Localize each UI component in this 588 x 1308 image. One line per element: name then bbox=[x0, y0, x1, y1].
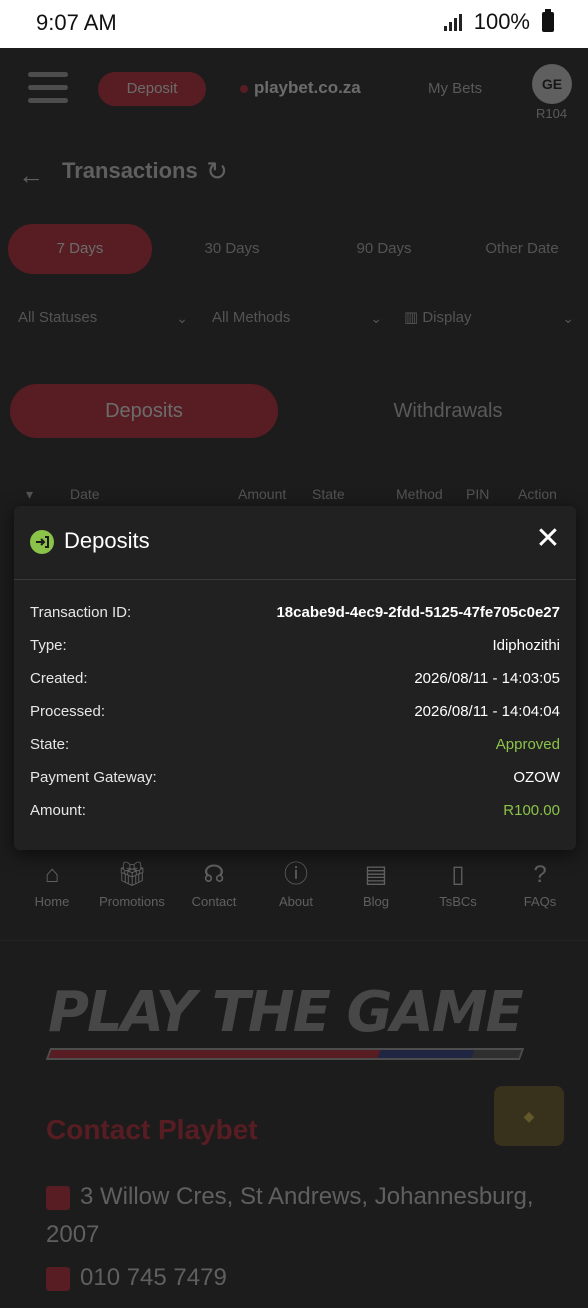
modal-title: Deposits bbox=[64, 528, 150, 553]
tab-deposits[interactable]: Deposits bbox=[10, 384, 278, 438]
detail-value: 18cabe9d-4ec9-2fdd-5125-47fe705c0e27 bbox=[276, 604, 560, 621]
site-logo[interactable]: playbet.co.za bbox=[240, 78, 361, 98]
banner-stripe bbox=[45, 1048, 525, 1060]
home-icon: ⌂ bbox=[44, 861, 60, 888]
display-filter[interactable]: ▥ Display ⌄ bbox=[404, 300, 574, 336]
deposit-button[interactable]: Deposit bbox=[98, 72, 206, 106]
info-icon: ⓘ bbox=[284, 861, 308, 888]
detail-row-state: State: Approved bbox=[30, 734, 560, 767]
status-right: 100% bbox=[443, 9, 554, 35]
phone-icon bbox=[46, 1266, 70, 1291]
close-icon[interactable]: ✕ bbox=[534, 522, 562, 556]
date-range-tabs: 7 Days 30 Days 90 Days Other Date bbox=[0, 224, 588, 276]
play-the-game-banner: PLAY THE GAME bbox=[45, 980, 548, 1070]
detail-value: 2026/08/11 - 14:04:04 bbox=[414, 703, 560, 720]
filters-row: All Statuses ⌄ All Methods ⌄ ▥ Display ⌄ bbox=[0, 300, 588, 336]
col-action[interactable]: Action bbox=[518, 486, 557, 502]
battery-percent: 100% bbox=[473, 9, 530, 34]
tab-90-days[interactable]: 90 Days bbox=[314, 224, 454, 274]
detail-label: Processed: bbox=[30, 703, 106, 720]
status-filter[interactable]: All Statuses ⌄ bbox=[18, 300, 188, 336]
status-time: 9:07 AM bbox=[36, 10, 117, 35]
col-amount[interactable]: Amount bbox=[238, 486, 286, 502]
divider bbox=[0, 940, 588, 941]
signal-icon bbox=[443, 13, 462, 31]
gift-icon: 🎁︎ bbox=[116, 861, 148, 888]
contact-address-text: 3 Willow Cres, St Andrews, Johannesburg,… bbox=[46, 1183, 534, 1248]
contact-phone-text: 010 745 7479 bbox=[80, 1264, 227, 1291]
methods-filter[interactable]: All Methods ⌄ bbox=[212, 300, 382, 336]
detail-row-transaction-id: Transaction ID: 18cabe9d-4ec9-2fdd-5125-4… bbox=[30, 602, 560, 635]
footer-terms[interactable]: ▯ TsBCs bbox=[418, 860, 498, 909]
avatar[interactable]: GE bbox=[532, 64, 572, 104]
contact-title: Contact Playbet bbox=[46, 1114, 258, 1145]
columns-icon: ▥ bbox=[404, 309, 423, 326]
detail-row-type: Type: Idiphozithi bbox=[30, 635, 560, 668]
map-pin-icon bbox=[46, 1185, 70, 1210]
col-method[interactable]: Method bbox=[396, 486, 443, 502]
amount-value: R100.00 bbox=[503, 802, 560, 819]
contact-address: 3 Willow Cres, St Andrews, Johannesburg,… bbox=[46, 1178, 546, 1254]
display-filter-label: Display bbox=[422, 309, 472, 326]
top-navigation: Deposit playbet.co.za My Bets GE R104 bbox=[0, 48, 588, 138]
sort-icon[interactable]: ▾ bbox=[26, 486, 33, 503]
footer-promotions[interactable]: 🎁︎ Promotions bbox=[92, 860, 172, 909]
col-date[interactable]: Date bbox=[70, 486, 100, 502]
my-bets-link[interactable]: My Bets bbox=[428, 80, 482, 97]
status-filter-label: All Statuses bbox=[18, 309, 98, 326]
col-pin[interactable]: PIN bbox=[466, 486, 489, 502]
chevron-down-icon: ⌄ bbox=[370, 310, 382, 326]
deposit-details-modal: Deposits ✕ Transaction ID: 18cabe9d-4ec9-… bbox=[14, 506, 576, 850]
detail-label: Amount: bbox=[30, 802, 86, 819]
transaction-type-tabs: Deposits Withdrawals bbox=[0, 384, 588, 440]
chevron-down-icon: ⌄ bbox=[176, 310, 188, 326]
detail-row-created: Created: 2026/08/11 - 14:03:05 bbox=[30, 668, 560, 701]
banner-text: PLAY THE GAME bbox=[48, 980, 524, 1045]
footer-navigation: ⌂ Home 🎁︎ Promotions ☊ Contact ⓘ About ▤ Blog… bbox=[0, 860, 588, 920]
headset-icon: ☊ bbox=[203, 861, 225, 888]
table-header: ▾ Date Amount State Method PIN Action bbox=[0, 486, 588, 508]
battery-icon bbox=[542, 9, 554, 32]
col-state[interactable]: State bbox=[312, 486, 345, 502]
footer-about[interactable]: ⓘ About bbox=[256, 860, 336, 909]
detail-row-gateway: Payment Gateway: OZOW bbox=[30, 767, 560, 800]
methods-filter-label: All Methods bbox=[212, 309, 291, 326]
detail-label: Type: bbox=[30, 637, 67, 654]
detail-label: Payment Gateway: bbox=[30, 769, 157, 786]
partner-logo: ◆ bbox=[494, 1086, 564, 1146]
newspaper-icon: ▤ bbox=[364, 861, 388, 888]
balance: R104 bbox=[536, 106, 568, 121]
detail-value: Idiphozithi bbox=[492, 637, 560, 654]
detail-row-amount: Amount: R100.00 bbox=[30, 800, 560, 833]
status-bar: 9:07 AM 100% bbox=[0, 0, 588, 48]
modal-header: Deposits ✕ bbox=[14, 506, 576, 580]
back-arrow-icon[interactable]: ← bbox=[18, 160, 44, 191]
footer-contact[interactable]: ☊ Contact bbox=[174, 860, 254, 909]
title-bar: ← Transactions ↻ bbox=[0, 148, 588, 198]
tab-30-days[interactable]: 30 Days bbox=[162, 224, 302, 274]
page-title: Transactions bbox=[62, 158, 198, 183]
question-icon: ? bbox=[533, 861, 547, 888]
detail-value: 2026/08/11 - 14:03:05 bbox=[414, 670, 560, 687]
footer-blog[interactable]: ▤ Blog bbox=[336, 860, 416, 909]
chevron-down-icon: ⌄ bbox=[562, 310, 574, 326]
detail-row-processed: Processed: 2026/08/11 - 14:04:04 bbox=[30, 701, 560, 734]
deposit-icon bbox=[30, 530, 54, 554]
detail-label: Transaction ID: bbox=[30, 604, 132, 621]
footer-home[interactable]: ⌂ Home bbox=[12, 860, 92, 909]
menu-icon[interactable] bbox=[28, 72, 68, 104]
detail-label: State: bbox=[30, 736, 70, 753]
tab-7-days[interactable]: 7 Days bbox=[8, 224, 152, 274]
detail-label: Created: bbox=[30, 670, 88, 687]
contact-phone[interactable]: 010 745 7479 bbox=[46, 1264, 227, 1292]
status-badge: Approved bbox=[495, 736, 560, 753]
details-list: Transaction ID: 18cabe9d-4ec9-2fdd-5125-4… bbox=[30, 602, 560, 833]
tab-other-date[interactable]: Other Date bbox=[456, 224, 588, 274]
footer-faqs[interactable]: ? FAQs bbox=[500, 860, 580, 909]
document-icon: ▯ bbox=[451, 861, 465, 888]
detail-value: OZOW bbox=[513, 769, 560, 786]
refresh-icon[interactable]: ↻ bbox=[206, 156, 228, 187]
tab-withdrawals[interactable]: Withdrawals bbox=[310, 384, 586, 438]
